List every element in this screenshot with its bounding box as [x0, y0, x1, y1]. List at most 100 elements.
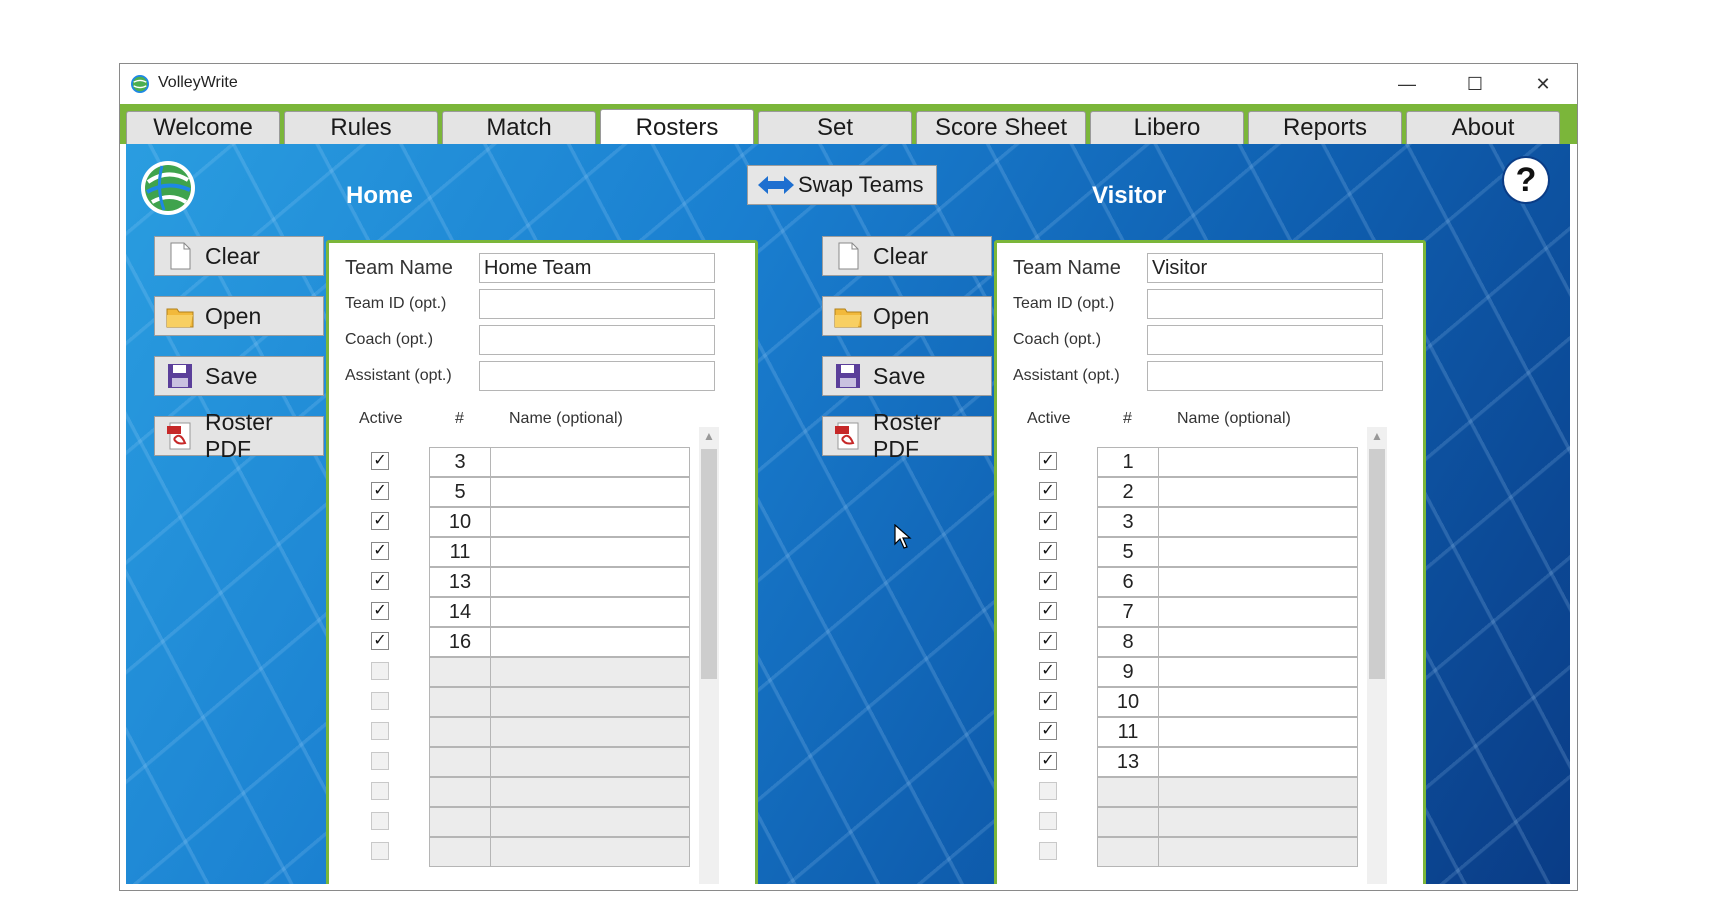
player-name-cell[interactable] — [490, 537, 690, 567]
active-checkbox[interactable] — [371, 692, 389, 710]
active-checkbox[interactable]: ✓ — [371, 512, 389, 530]
home-clear-button[interactable]: Clear — [154, 236, 324, 276]
close-button[interactable]: ✕ — [1509, 64, 1577, 104]
active-checkbox[interactable] — [371, 662, 389, 680]
title-bar[interactable]: VolleyWrite — ☐ ✕ — [120, 64, 1577, 104]
jersey-number-cell[interactable]: 11 — [429, 537, 491, 567]
player-name-cell[interactable] — [490, 717, 690, 747]
active-checkbox[interactable]: ✓ — [1039, 572, 1057, 590]
tab-about[interactable]: About — [1406, 111, 1560, 144]
active-checkbox[interactable] — [371, 812, 389, 830]
home-roster-pdf-button[interactable]: Roster PDF — [154, 409, 324, 462]
player-name-cell[interactable] — [490, 777, 690, 807]
home-assistant-field[interactable] — [479, 361, 715, 391]
visitor-assistant-field[interactable] — [1147, 361, 1383, 391]
jersey-number-cell[interactable]: 3 — [429, 447, 491, 477]
jersey-number-cell[interactable]: 10 — [1097, 687, 1159, 717]
player-name-cell[interactable] — [1158, 777, 1358, 807]
player-name-cell[interactable] — [490, 507, 690, 537]
jersey-number-cell[interactable]: 7 — [1097, 597, 1159, 627]
jersey-number-cell[interactable]: 11 — [1097, 717, 1159, 747]
active-checkbox[interactable] — [1039, 842, 1057, 860]
scrollbar-thumb[interactable] — [1369, 449, 1385, 679]
active-checkbox[interactable]: ✓ — [1039, 752, 1057, 770]
minimize-button[interactable]: — — [1373, 64, 1441, 104]
visitor-coach-field[interactable] — [1147, 325, 1383, 355]
active-checkbox[interactable]: ✓ — [371, 602, 389, 620]
jersey-number-cell[interactable] — [1097, 807, 1159, 837]
player-name-cell[interactable] — [1158, 747, 1358, 777]
player-name-cell[interactable] — [490, 657, 690, 687]
help-button[interactable]: ? — [1504, 158, 1548, 202]
home-coach-field[interactable] — [479, 325, 715, 355]
jersey-number-cell[interactable]: 9 — [1097, 657, 1159, 687]
jersey-number-cell[interactable]: 6 — [1097, 567, 1159, 597]
jersey-number-cell[interactable] — [429, 777, 491, 807]
player-name-cell[interactable] — [490, 567, 690, 597]
player-name-cell[interactable] — [490, 477, 690, 507]
scrollbar-thumb[interactable] — [701, 449, 717, 679]
active-checkbox[interactable] — [371, 722, 389, 740]
active-checkbox[interactable]: ✓ — [371, 482, 389, 500]
player-name-cell[interactable] — [1158, 447, 1358, 477]
active-checkbox[interactable]: ✓ — [1039, 482, 1057, 500]
tab-reports[interactable]: Reports — [1248, 111, 1402, 144]
active-checkbox[interactable] — [371, 782, 389, 800]
jersey-number-cell[interactable]: 14 — [429, 597, 491, 627]
jersey-number-cell[interactable]: 13 — [1097, 747, 1159, 777]
jersey-number-cell[interactable]: 13 — [429, 567, 491, 597]
active-checkbox[interactable]: ✓ — [1039, 662, 1057, 680]
player-name-cell[interactable] — [1158, 657, 1358, 687]
player-name-cell[interactable] — [490, 807, 690, 837]
home-save-button[interactable]: Save — [154, 356, 324, 396]
player-name-cell[interactable] — [490, 837, 690, 867]
active-checkbox[interactable]: ✓ — [1039, 542, 1057, 560]
active-checkbox[interactable] — [1039, 782, 1057, 800]
jersey-number-cell[interactable]: 5 — [429, 477, 491, 507]
home-team-id-field[interactable] — [479, 289, 715, 319]
player-name-cell[interactable] — [1158, 717, 1358, 747]
active-checkbox[interactable]: ✓ — [1039, 632, 1057, 650]
active-checkbox[interactable]: ✓ — [371, 542, 389, 560]
swap-teams-button[interactable]: Swap Teams — [747, 165, 937, 205]
scroll-up-icon[interactable]: ▲ — [699, 429, 719, 447]
active-checkbox[interactable]: ✓ — [1039, 692, 1057, 710]
player-name-cell[interactable] — [1158, 807, 1358, 837]
home-open-button[interactable]: Open — [154, 296, 324, 336]
active-checkbox[interactable] — [371, 842, 389, 860]
player-name-cell[interactable] — [490, 627, 690, 657]
player-name-cell[interactable] — [1158, 627, 1358, 657]
player-name-cell[interactable] — [490, 447, 690, 477]
active-checkbox[interactable]: ✓ — [371, 572, 389, 590]
jersey-number-cell[interactable]: 3 — [1097, 507, 1159, 537]
player-name-cell[interactable] — [490, 747, 690, 777]
jersey-number-cell[interactable]: 1 — [1097, 447, 1159, 477]
player-name-cell[interactable] — [1158, 537, 1358, 567]
player-name-cell[interactable] — [490, 687, 690, 717]
active-checkbox[interactable]: ✓ — [1039, 722, 1057, 740]
active-checkbox[interactable] — [371, 752, 389, 770]
jersey-number-cell[interactable] — [429, 657, 491, 687]
visitor-save-button[interactable]: Save — [822, 356, 992, 396]
player-name-cell[interactable] — [1158, 477, 1358, 507]
jersey-number-cell[interactable]: 2 — [1097, 477, 1159, 507]
jersey-number-cell[interactable]: 8 — [1097, 627, 1159, 657]
tab-set[interactable]: Set — [758, 111, 912, 144]
jersey-number-cell[interactable] — [1097, 837, 1159, 867]
visitor-open-button[interactable]: Open — [822, 296, 992, 336]
player-name-cell[interactable] — [1158, 687, 1358, 717]
jersey-number-cell[interactable]: 5 — [1097, 537, 1159, 567]
active-checkbox[interactable]: ✓ — [371, 632, 389, 650]
tab-rosters[interactable]: Rosters — [600, 109, 754, 146]
jersey-number-cell[interactable] — [429, 837, 491, 867]
jersey-number-cell[interactable] — [1097, 777, 1159, 807]
active-checkbox[interactable]: ✓ — [371, 452, 389, 470]
jersey-number-cell[interactable] — [429, 747, 491, 777]
visitor-clear-button[interactable]: Clear — [822, 236, 992, 276]
active-checkbox[interactable]: ✓ — [1039, 512, 1057, 530]
player-name-cell[interactable] — [1158, 567, 1358, 597]
tab-match[interactable]: Match — [442, 111, 596, 144]
jersey-number-cell[interactable]: 10 — [429, 507, 491, 537]
active-checkbox[interactable]: ✓ — [1039, 452, 1057, 470]
scroll-up-icon[interactable]: ▲ — [1367, 429, 1387, 447]
